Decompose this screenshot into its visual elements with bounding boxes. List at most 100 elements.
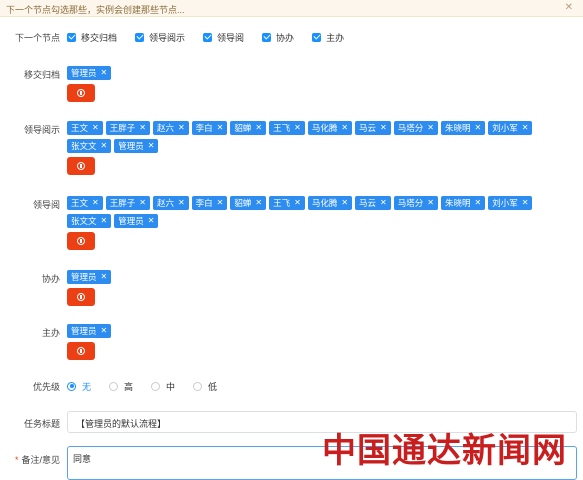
user-tag-label: 王文 [71, 198, 89, 208]
priority-option-label: 高 [124, 381, 134, 392]
priority-radio[interactable]: 高 [109, 380, 133, 393]
leader-review-tags: 王文 ✕ 王胖子 ✕ 赵六 ✕ 李白 ✕ 貂蝉 ✕ 王飞 ✕ 马化腾 ✕ 马云 ✕ 马塔分 ✕ 朱晓明 ✕ 刘小军 ✕ 张文… [67, 121, 557, 157]
notice-text: 下一个节点勾选那些，实例会创建那些节点... [6, 5, 185, 15]
user-tag: 王飞 ✕ [269, 196, 305, 210]
next-nodes-label: 下一个节点 [14, 33, 60, 43]
user-tag-label: 王胖子 [109, 198, 136, 208]
user-tag-label: 管理员 [71, 68, 97, 78]
leader-read-add-button[interactable] [67, 232, 95, 250]
close-icon[interactable]: ✕ [92, 124, 99, 132]
next-node-label: 领导阅 [217, 32, 245, 43]
next-node-checkbox[interactable]: 协办 [262, 31, 294, 44]
user-tag: 管理员 ✕ [67, 270, 112, 284]
close-icon[interactable]: ✕ [92, 199, 99, 207]
close-icon[interactable]: ✕ [101, 217, 108, 225]
close-icon[interactable]: ✕ [474, 124, 481, 132]
close-icon[interactable]: ✕ [178, 199, 185, 207]
priority-radio[interactable]: 中 [151, 380, 175, 393]
user-tag: 管理员 ✕ [114, 139, 159, 153]
user-tag: 张文文 ✕ [67, 139, 112, 153]
assist-tags: 管理员 ✕ [67, 270, 557, 288]
user-tag-label: 刘小军 [492, 123, 518, 133]
transfer-add-button[interactable] [67, 84, 95, 102]
close-icon[interactable]: ✕ [217, 199, 224, 207]
close-icon[interactable]: ✕ [255, 199, 262, 207]
watermark-logo: 中国通达新闻网 [322, 431, 567, 471]
user-tag-label: 马云 [359, 198, 377, 208]
checkbox-checked-icon [312, 32, 322, 42]
transfer-label: 移交归档 [23, 70, 60, 80]
next-node-label: 主办 [326, 32, 345, 43]
close-icon[interactable]: ✕ [294, 124, 301, 132]
priority-radio[interactable]: 无 [67, 380, 91, 393]
assist-label: 协办 [41, 274, 60, 284]
close-icon[interactable]: ✕ [101, 273, 108, 281]
user-tag-label: 李白 [195, 123, 213, 133]
radio-icon [193, 381, 203, 391]
close-icon[interactable]: ✕ [427, 199, 434, 207]
close-icon[interactable]: ✕ [178, 124, 185, 132]
close-icon[interactable]: ✕ [148, 217, 155, 225]
user-tag-label: 管理员 [71, 326, 97, 336]
next-node-label: 移交归档 [81, 32, 118, 43]
required-mark: * [14, 455, 19, 465]
notice-bar: 下一个节点勾选那些，实例会创建那些节点... ✕ [0, 0, 583, 17]
user-tag: 马塔分 ✕ [393, 196, 438, 210]
user-tag-label: 马云 [359, 123, 377, 133]
next-node-checkbox[interactable]: 移交归档 [67, 31, 117, 44]
checkbox-checked-icon [67, 32, 76, 42]
user-tag: 王胖子 ✕ [105, 121, 150, 135]
user-tag-label: 朱晓明 [444, 198, 471, 208]
host-add-button[interactable] [67, 342, 95, 360]
transfer-tags: 管理员 ✕ [67, 66, 557, 84]
close-icon[interactable]: ✕ [255, 124, 262, 132]
close-icon[interactable]: ✕ [522, 199, 529, 207]
priority-radio[interactable]: 低 [193, 380, 217, 393]
assist-add-button[interactable] [67, 288, 95, 306]
close-icon[interactable]: ✕ [474, 199, 481, 207]
close-icon[interactable]: ✕ [294, 199, 301, 207]
user-tag-label: 张文文 [71, 141, 97, 151]
next-node-checkbox[interactable]: 主办 [312, 31, 344, 44]
user-tag: 马化腾 ✕ [307, 121, 353, 135]
host-tags: 管理员 ✕ [67, 324, 557, 342]
close-icon[interactable]: ✕ [341, 199, 348, 207]
close-icon[interactable]: ✕ [380, 124, 387, 132]
task-title-value: 【管理员的默认流程】 [76, 419, 167, 429]
priority-option-label: 中 [166, 381, 176, 392]
checkbox-checked-icon [262, 32, 272, 42]
host-label: 主办 [41, 328, 60, 338]
user-tag-label: 王飞 [273, 123, 291, 133]
close-icon[interactable]: ✕ [101, 142, 108, 150]
close-icon[interactable]: ✕ [101, 327, 108, 335]
close-icon[interactable]: ✕ [217, 124, 224, 132]
user-tag: 朱晓明 ✕ [440, 196, 486, 210]
user-tag-label: 赵六 [156, 123, 174, 133]
user-tag-label: 朱晓明 [444, 123, 471, 133]
user-tag: 刘小军 ✕ [488, 121, 533, 135]
close-icon[interactable]: ✕ [139, 199, 146, 207]
close-icon[interactable]: ✕ [427, 124, 434, 132]
user-tag-label: 王飞 [273, 198, 291, 208]
user-tag-label: 马塔分 [397, 123, 424, 133]
close-icon[interactable]: ✕ [148, 142, 155, 150]
close-icon[interactable]: ✕ [565, 2, 573, 13]
user-tag-label: 貂蝉 [234, 198, 252, 208]
user-tag-label: 管理员 [71, 272, 97, 282]
user-tag-label: 王文 [71, 123, 89, 133]
leader-review-add-button[interactable] [67, 157, 95, 175]
next-node-checkbox[interactable]: 领导阅 [203, 31, 244, 44]
close-icon[interactable]: ✕ [139, 124, 146, 132]
close-icon[interactable]: ✕ [101, 69, 108, 77]
user-tag: 张文文 ✕ [67, 214, 112, 228]
close-icon[interactable]: ✕ [380, 199, 387, 207]
next-node-label: 领导阅示 [149, 32, 186, 43]
user-tag: 王胖子 ✕ [105, 196, 150, 210]
checkbox-checked-icon [203, 32, 213, 42]
next-node-label: 协办 [276, 32, 295, 43]
alert-icon [77, 293, 85, 301]
user-tag-label: 管理员 [118, 216, 144, 226]
next-node-checkbox[interactable]: 领导阅示 [135, 31, 185, 44]
close-icon[interactable]: ✕ [341, 124, 348, 132]
close-icon[interactable]: ✕ [522, 124, 529, 132]
